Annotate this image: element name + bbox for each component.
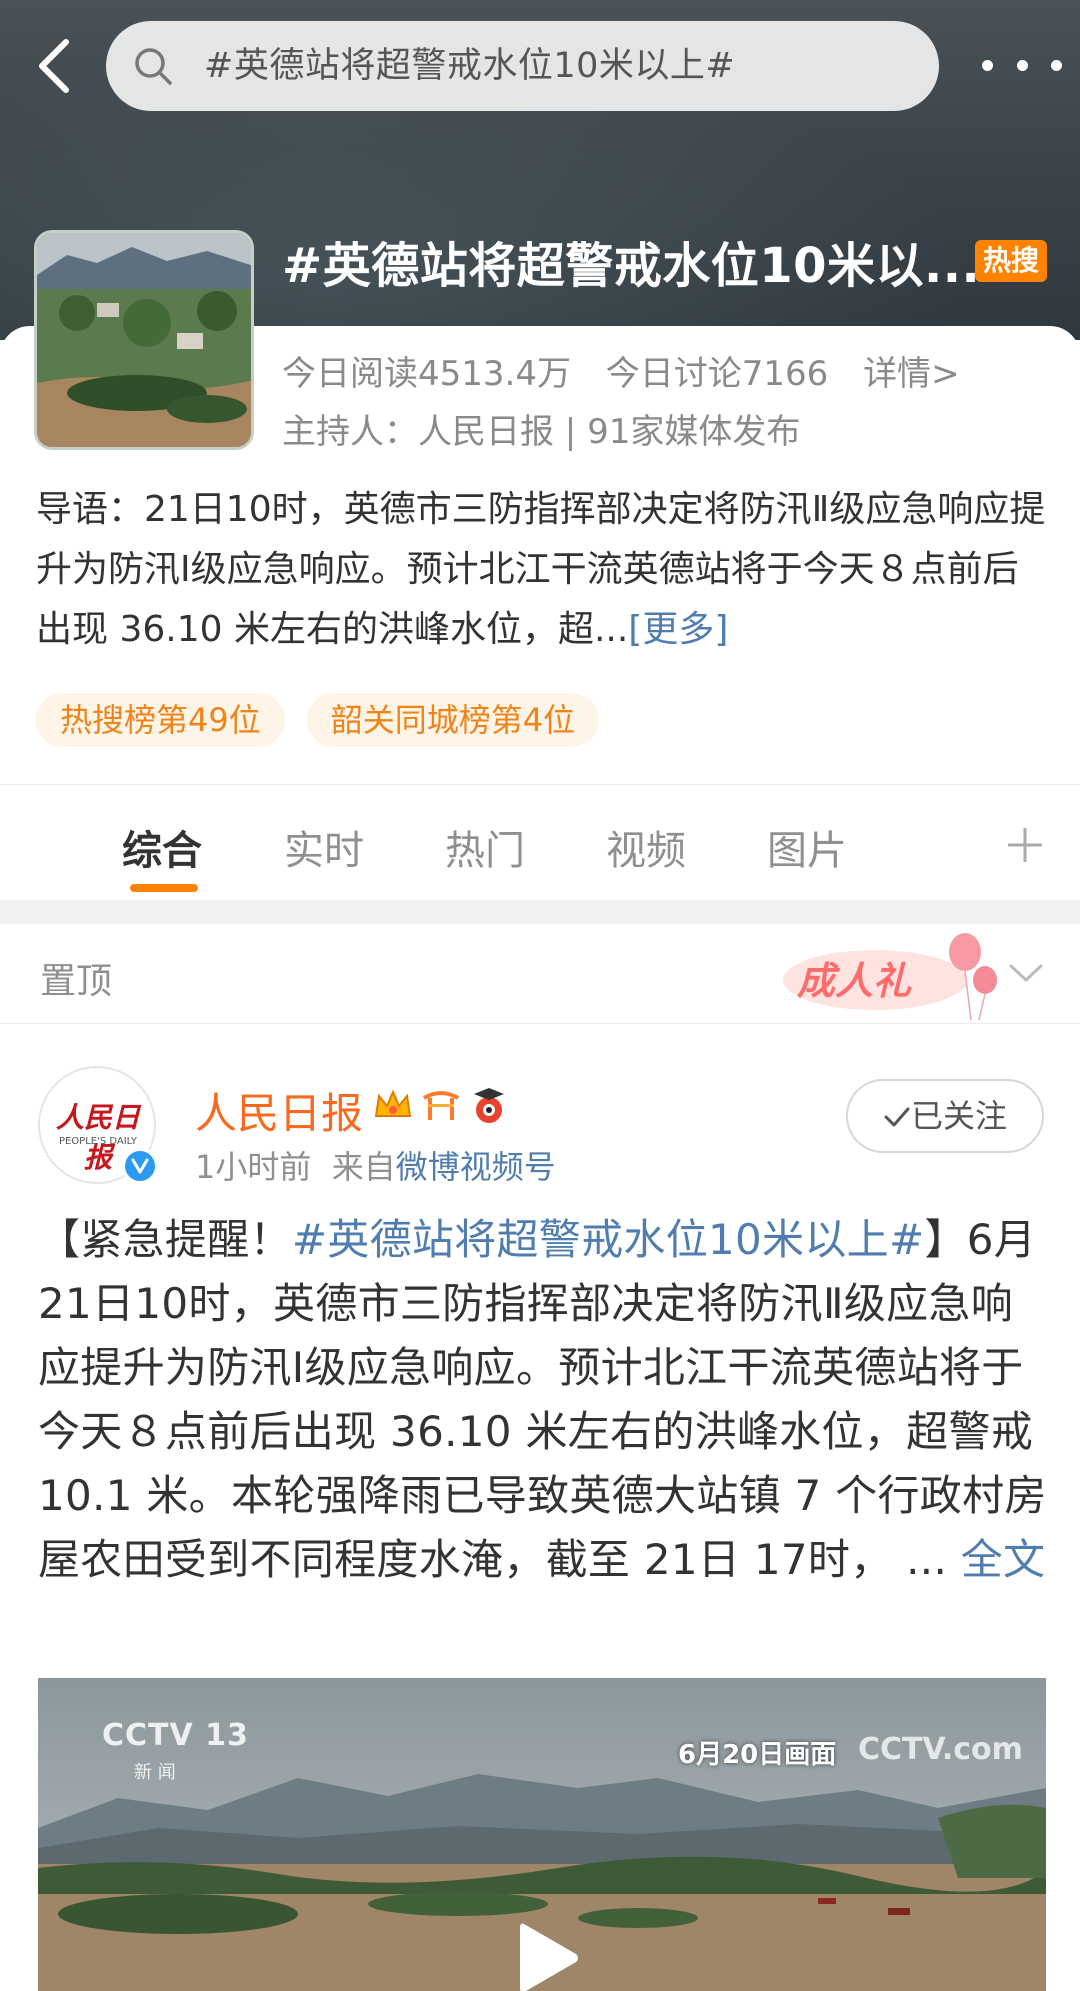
post-body-prefix: 【紧急提醒！ xyxy=(38,1215,292,1264)
author-badges xyxy=(372,1084,510,1126)
tab-video[interactable]: 视频 xyxy=(606,818,686,876)
tab-comprehensive[interactable]: 综合 xyxy=(122,818,202,876)
crown-icon xyxy=(374,1089,412,1117)
verified-check-icon xyxy=(131,1158,149,1174)
post-time: 1小时前 xyxy=(195,1148,312,1186)
more-dot-icon xyxy=(982,59,993,71)
ranking-tags: 热搜榜第49位 韶关同城榜第4位 xyxy=(36,693,600,747)
pinned-row: 置顶 成人礼 xyxy=(0,924,1080,1024)
search-icon xyxy=(135,48,172,85)
chevron-down-icon[interactable] xyxy=(1008,962,1044,984)
local-rank-tag[interactable]: 韶关同城榜第4位 xyxy=(306,693,600,747)
divider xyxy=(0,784,1080,785)
post-source-prefix: 来自 xyxy=(331,1148,396,1186)
follow-button[interactable]: 已关注 xyxy=(846,1079,1044,1153)
active-tab-indicator xyxy=(130,884,198,892)
more-options-button[interactable] xyxy=(982,50,1062,80)
cctv-channel-logo: CCTV 13 xyxy=(102,1718,249,1753)
topic-thumbnail xyxy=(34,230,254,450)
cctv-watermark: CCTV.com xyxy=(858,1732,1023,1767)
graduate-icon xyxy=(474,1088,504,1123)
pinned-label: 置顶 xyxy=(40,961,113,1002)
add-tab-icon[interactable] xyxy=(1006,826,1044,864)
check-icon xyxy=(884,1107,910,1127)
intro-text: 导语：21日10时，英德市三防指挥部决定将防汛Ⅱ级应急响应提升为防汛Ⅰ级应急响应… xyxy=(36,489,1046,650)
hot-search-badge: 热搜 xyxy=(975,240,1048,282)
badge-text: 成人礼 xyxy=(797,959,912,1003)
topic-hosts: 主持人：人民日报 | 91家媒体发布 xyxy=(282,412,801,452)
feed-tabs: 综合 实时 热门 视频 图片 xyxy=(0,790,1080,900)
gate-icon xyxy=(422,1091,460,1120)
more-dot-icon xyxy=(1051,59,1062,71)
tab-images[interactable]: 图片 xyxy=(767,818,847,876)
post-body: 【紧急提醒！#英德站将超警戒水位10米以上#】6月21日10时，英德市三防指挥部… xyxy=(38,1208,1048,1592)
more-dot-icon xyxy=(1016,59,1028,71)
play-icon[interactable] xyxy=(506,1918,586,1991)
full-text-link[interactable]: 全文 xyxy=(961,1535,1046,1584)
video-player[interactable]: CCTV 13 新 闻 6月20日画面 CCTV.com xyxy=(38,1678,1046,1991)
details-link[interactable]: 详情> xyxy=(863,354,960,394)
coming-of-age-badge[interactable]: 成人礼 xyxy=(775,928,1015,1024)
post-body-text: 】6月21日10时，英德市三防指挥部决定将防汛Ⅱ级应急响应提升为防汛Ⅰ级应急响应… xyxy=(38,1215,1047,1584)
section-separator xyxy=(0,900,1080,924)
follow-label: 已关注 xyxy=(910,1097,1007,1135)
back-arrow-icon xyxy=(39,39,69,93)
discuss-count: 今日讨论7166 xyxy=(605,354,829,394)
post-meta: 1小时前 来自微博视频号 xyxy=(195,1142,556,1188)
author-name[interactable]: 人民日报 xyxy=(195,1080,363,1141)
back-button[interactable] xyxy=(30,32,80,100)
search-bar[interactable]: #英德站将超警戒水位10米以上# xyxy=(106,21,939,111)
avatar-logo-subtext: PEOPLE'S DAILY xyxy=(58,1136,138,1147)
tab-realtime[interactable]: 实时 xyxy=(284,818,364,876)
tab-hot[interactable]: 热门 xyxy=(445,818,525,876)
post-hashtag[interactable]: #英德站将超警戒水位10米以上# xyxy=(292,1215,925,1264)
read-count: 今日阅读4513.4万 xyxy=(282,354,571,394)
verified-badge xyxy=(122,1148,158,1184)
intro-more-link[interactable]: [更多] xyxy=(628,609,728,650)
search-query: #英德站将超警戒水位10米以上# xyxy=(204,46,736,86)
video-caption: 6月20日画面 xyxy=(678,1740,837,1770)
hot-rank-tag[interactable]: 热搜榜第49位 xyxy=(36,693,285,747)
topic-stats: 今日阅读4513.4万 今日讨论7166 详情> xyxy=(282,346,984,395)
topic-intro: 导语：21日10时，英德市三防指挥部决定将防汛Ⅱ级应急响应提升为防汛Ⅰ级应急响应… xyxy=(36,480,1046,660)
topic-title: #英德站将超警戒水位10米以... xyxy=(282,238,981,294)
post-source[interactable]: 微博视频号 xyxy=(396,1148,556,1186)
cctv-channel-sub: 新 闻 xyxy=(134,1762,176,1783)
